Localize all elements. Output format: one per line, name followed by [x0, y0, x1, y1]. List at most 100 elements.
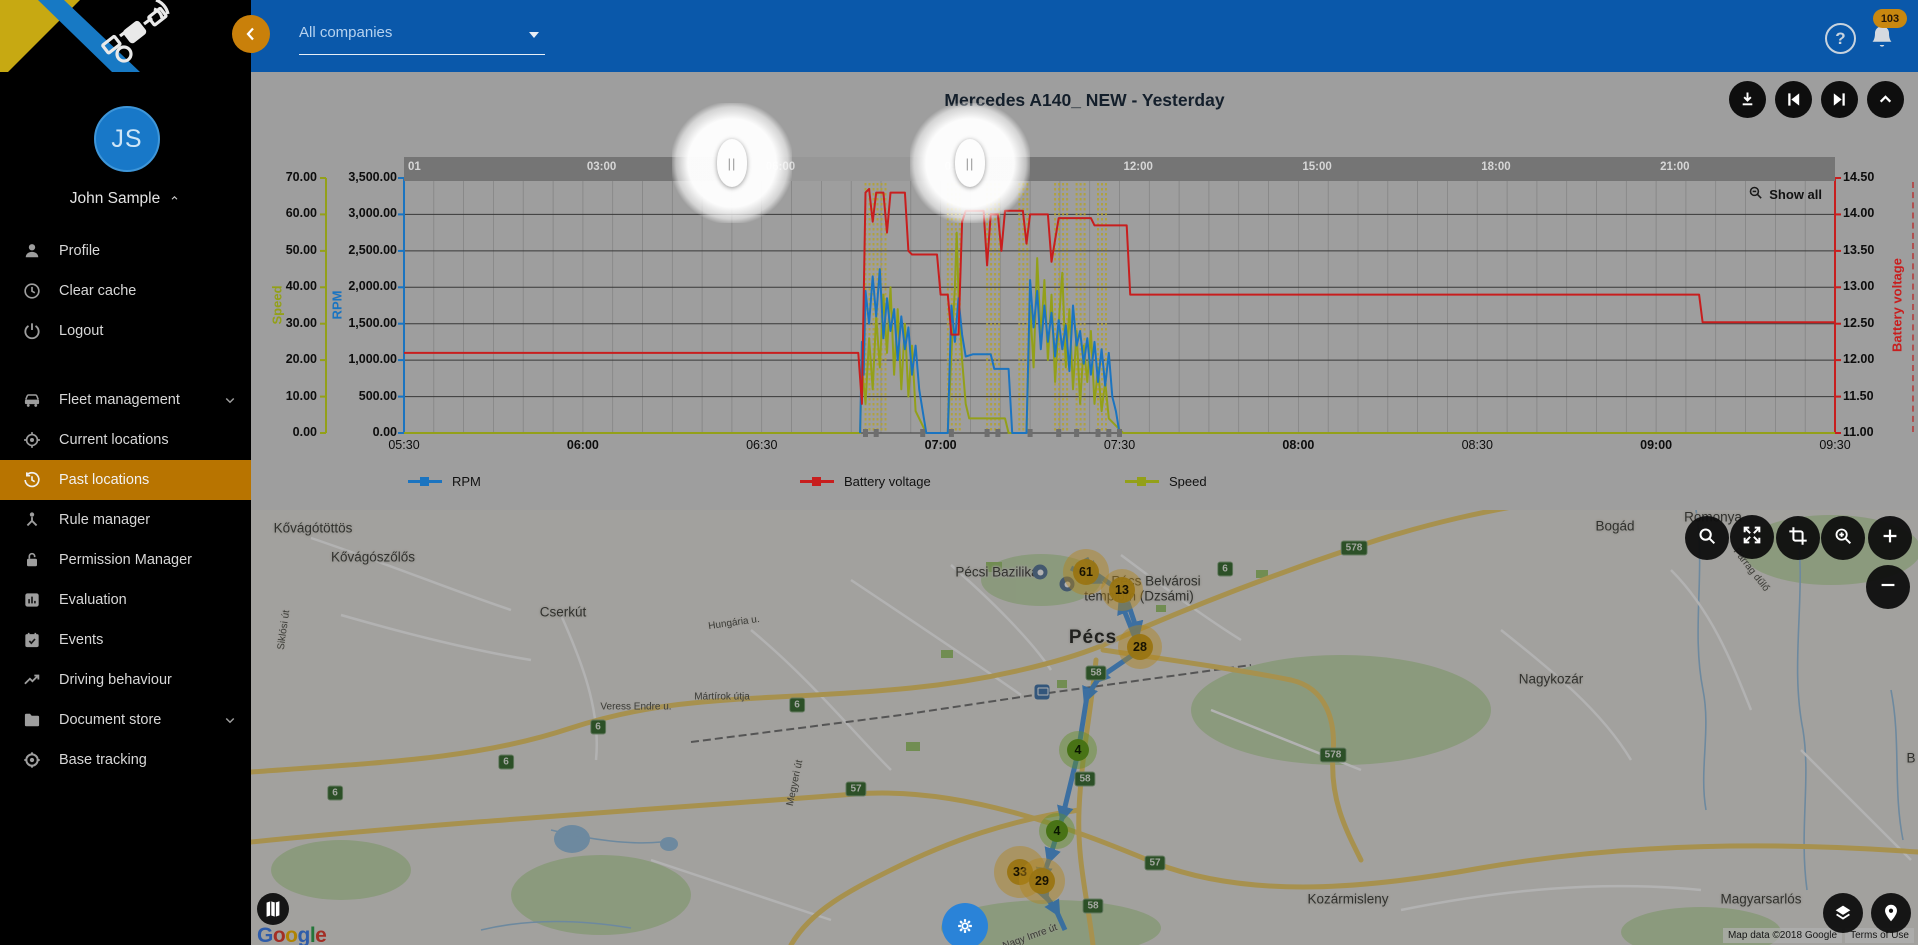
chevron-left-icon: [241, 24, 261, 44]
map-city-label: Pécs: [1069, 627, 1117, 649]
axis-tick: 2,500.00: [323, 243, 397, 257]
person-icon: [22, 241, 42, 261]
sidebar-item-driving-behaviour[interactable]: Driving behaviour: [0, 660, 251, 700]
sidebar-item-label: Current locations: [59, 432, 169, 448]
map-panel[interactable]: Pécs Google Map data ©2018 Google Terms …: [251, 510, 1918, 945]
time-axis-tick: 07:00: [899, 438, 983, 452]
sidebar-item-label: Fleet management: [59, 392, 180, 408]
map-icon: [262, 898, 284, 920]
axis-tick: 1,000.00: [323, 352, 397, 366]
route-stop-marker[interactable]: 13: [1101, 569, 1143, 611]
stop-marker-count: 28: [1127, 634, 1153, 660]
sidebar-item-permission-manager[interactable]: Permission Manager: [0, 540, 251, 580]
map-town-label-koz-rmisleny: Kozármisleny: [1307, 892, 1388, 907]
history-icon: [22, 470, 42, 490]
stop-marker-count: 61: [1073, 559, 1099, 585]
help-button[interactable]: ?: [1825, 23, 1856, 54]
chevron-up-icon: [168, 190, 181, 208]
sidebar-item-rule-manager[interactable]: Rule manager: [0, 500, 251, 540]
sidebar-item-clear-cache[interactable]: Clear cache: [0, 271, 251, 311]
axis-tick: 70.00: [251, 170, 317, 184]
sidebar-item-label: Document store: [59, 712, 161, 728]
navigator-label: 06:00: [766, 161, 795, 173]
route-stop-marker[interactable]: 4: [1039, 813, 1075, 849]
time-range-navigator[interactable]: 0103:0006:0009:0012:0015:0018:0021:00: [404, 157, 1835, 181]
axis-tick: 11.50: [1843, 389, 1903, 403]
route-stop-marker[interactable]: 4: [1059, 731, 1097, 769]
collapse-sidebar-button[interactable]: [232, 15, 270, 53]
sidebar-item-document-store[interactable]: Document store: [0, 700, 251, 740]
skip-to-end-button[interactable]: [1821, 81, 1858, 118]
legend-item-battery-voltage[interactable]: Battery voltage: [800, 474, 931, 489]
axis-tick: 13.50: [1843, 243, 1903, 257]
sidebar-item-profile[interactable]: Profile: [0, 231, 251, 271]
company-selector[interactable]: All companies: [299, 16, 545, 55]
time-axis-tick: 09:30: [1793, 438, 1877, 452]
road-shield: 6: [327, 786, 343, 801]
navigator-handle-start[interactable]: ||: [717, 139, 747, 187]
sidebar-item-current-locations[interactable]: Current locations: [0, 420, 251, 460]
legend-item-speed[interactable]: Speed: [1125, 474, 1207, 489]
sidebar-item-past-locations[interactable]: Past locations: [0, 460, 251, 500]
show-all-button[interactable]: Show all: [1747, 184, 1822, 204]
axis-tick: 500.00: [323, 389, 397, 403]
sidebar-item-label: Driving behaviour: [59, 672, 172, 688]
axis-tick: 2,000.00: [323, 279, 397, 293]
time-axis-tick: 07:30: [1078, 438, 1162, 452]
voltage-axis-title: Battery voltage: [1890, 258, 1905, 352]
map-town-label-b: B: [1906, 751, 1915, 766]
map-location-pin-button[interactable]: [1871, 893, 1911, 933]
navigator-label: 18:00: [1481, 161, 1510, 173]
map-fullscreen-button[interactable]: [1730, 515, 1774, 559]
time-axis-tick: 06:00: [541, 438, 625, 452]
axis-tick: 13.00: [1843, 279, 1903, 293]
road-shield: 578: [1341, 541, 1368, 556]
map-zoom-in-plus-button[interactable]: [1868, 516, 1912, 560]
chevron-down-icon: [221, 391, 239, 409]
chevron-down-icon: [221, 711, 239, 729]
map-type-button[interactable]: [257, 893, 289, 925]
axis-tick: 12.50: [1843, 316, 1903, 330]
time-axis-tick: 08:30: [1435, 438, 1519, 452]
axis-tick: 30.00: [251, 316, 317, 330]
sidebar-item-fleet-management[interactable]: Fleet management: [0, 380, 251, 420]
map-zoom-window-button[interactable]: [1821, 516, 1865, 560]
poi-pin-icon[interactable]: [1033, 565, 1048, 580]
sidebar-item-label: Events: [59, 632, 103, 648]
road-shield: 58: [1082, 899, 1103, 914]
base-icon: [22, 750, 42, 770]
collapse-chart-button[interactable]: [1867, 81, 1904, 118]
layers-icon: [1832, 902, 1854, 924]
terms-of-use-link[interactable]: Terms of Use: [1845, 928, 1914, 943]
navigator-label: 21:00: [1660, 161, 1689, 173]
rpm-legend-marker: [408, 480, 442, 483]
avatar[interactable]: JS: [94, 106, 160, 172]
road-shield: 58: [1074, 772, 1095, 787]
map-search-button[interactable]: [1685, 516, 1729, 560]
navigator-label: 03:00: [587, 161, 616, 173]
sidebar-item-events[interactable]: Events: [0, 620, 251, 660]
user-menu-toggle[interactable]: John Sample: [0, 190, 251, 208]
axis-tick: 20.00: [251, 352, 317, 366]
zoom-in-plus-icon: [1879, 525, 1901, 552]
map-layers-button[interactable]: [1823, 893, 1863, 933]
chart-panel: Mercedes A140_ NEW - Yesterday 0103:0006…: [251, 72, 1918, 510]
navigator-handle-end[interactable]: ||: [955, 139, 985, 187]
map-attribution-text: Map data ©2018 Google: [1723, 928, 1842, 943]
download-button[interactable]: [1729, 81, 1766, 118]
sidebar-item-logout[interactable]: Logout: [0, 311, 251, 351]
map-settings-button[interactable]: [942, 903, 988, 945]
route-stop-marker[interactable]: 28: [1118, 625, 1162, 669]
map-zoom-out-minus-button[interactable]: [1866, 565, 1910, 609]
axis-tick: 1,500.00: [323, 316, 397, 330]
train-station-icon[interactable]: [1035, 685, 1050, 700]
route-stop-marker[interactable]: 29: [1019, 858, 1065, 904]
skip-to-start-button[interactable]: [1775, 81, 1812, 118]
sidebar-item-base-tracking[interactable]: Base tracking: [0, 740, 251, 780]
time-axis-tick: 08:00: [1256, 438, 1340, 452]
legend-item-rpm[interactable]: RPM: [408, 474, 481, 489]
map-crop-button[interactable]: [1776, 516, 1820, 560]
notification-badge: 103: [1873, 9, 1907, 28]
sidebar-item-evaluation[interactable]: Evaluation: [0, 580, 251, 620]
road-shield: 6: [789, 698, 805, 713]
